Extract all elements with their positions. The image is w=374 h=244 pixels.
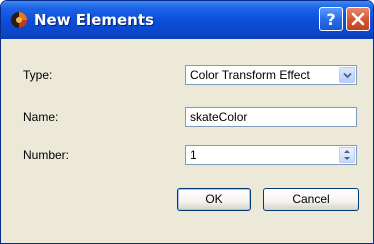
close-icon bbox=[351, 12, 365, 26]
chevron-down-icon bbox=[343, 72, 352, 79]
svg-text:?: ? bbox=[326, 10, 335, 29]
help-icon: ? bbox=[326, 10, 335, 29]
ok-button[interactable]: OK bbox=[177, 188, 251, 211]
number-label: Number: bbox=[23, 148, 70, 162]
help-button[interactable]: ? bbox=[319, 7, 343, 31]
type-select-value: Color Transform Effect bbox=[190, 68, 310, 82]
name-label: Name: bbox=[23, 110, 59, 124]
cancel-button[interactable]: Cancel bbox=[263, 188, 359, 211]
spin-up-icon[interactable] bbox=[340, 148, 354, 155]
name-input[interactable] bbox=[185, 107, 357, 127]
spin-down-icon[interactable] bbox=[340, 155, 354, 162]
type-select[interactable]: Color Transform Effect bbox=[185, 65, 357, 85]
title-bar[interactable]: New Elements ? bbox=[1, 1, 373, 39]
type-label: Type: bbox=[23, 68, 53, 82]
window-title: New Elements bbox=[34, 11, 154, 29]
dialog-body: Type: Color Transform Effect Name: Numbe… bbox=[1, 39, 373, 243]
new-elements-dialog: New Elements ? Type: Color Transform Eff… bbox=[0, 0, 374, 244]
spinner-buttons bbox=[339, 147, 355, 163]
app-icon bbox=[11, 12, 27, 28]
number-spinner[interactable]: 1 bbox=[185, 145, 357, 165]
close-button[interactable] bbox=[346, 7, 370, 31]
type-dropdown-button[interactable] bbox=[339, 67, 355, 83]
number-value: 1 bbox=[190, 148, 197, 162]
